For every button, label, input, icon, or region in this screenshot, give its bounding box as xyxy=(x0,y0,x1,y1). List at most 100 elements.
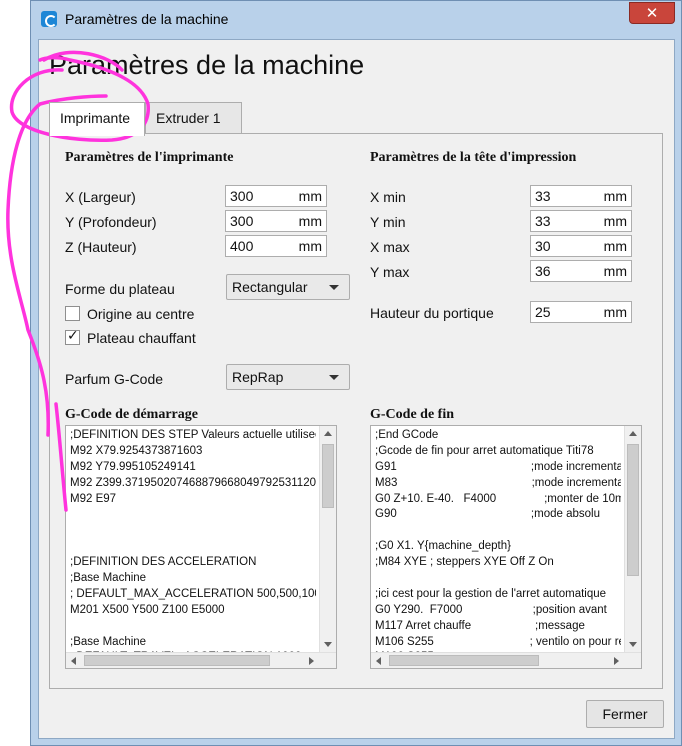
origin-center-label: Origine au centre xyxy=(87,306,195,322)
x-min-value: 33 xyxy=(535,188,551,204)
x-max-label: X max xyxy=(370,239,410,255)
code-line: ;End GCode xyxy=(375,429,439,441)
end-gcode-heading: G-Code de fin xyxy=(370,407,454,422)
code-line: ;DEFINITION DES ACCELERATION xyxy=(70,556,257,569)
code-line: G0 Y290. F7000 ;position avant xyxy=(375,603,607,616)
bed-shape-select[interactable]: Rectangular xyxy=(226,274,350,300)
start-gcode-editor[interactable]: ;DEFINITION DES STEP Valeurs actuelle ut… xyxy=(65,425,337,669)
y-min-label: Y min xyxy=(370,214,406,230)
dialog-client-area: Paramètres de la machine Imprimante Extr… xyxy=(38,39,675,739)
origin-center-checkbox[interactable] xyxy=(65,306,80,321)
gcode-flavor-value: RepRap xyxy=(232,369,284,385)
y-max-unit: mm xyxy=(603,263,627,279)
scroll-left-icon[interactable] xyxy=(371,653,387,668)
code-line: M92 Y79.995105249141 xyxy=(70,460,196,473)
y-depth-value: 300 xyxy=(230,213,254,229)
code-line: ;G0 X1. Y{machine_depth} xyxy=(375,540,511,553)
code-line: M201 X500 Y500 Z100 E5000 xyxy=(70,603,225,616)
close-dialog-button[interactable]: Fermer xyxy=(586,700,664,728)
gantry-height-value: 25 xyxy=(535,304,551,320)
code-line: ;M84 XYE ; steppers XYE Off Z On xyxy=(375,556,554,569)
code-line: G90 ;mode absolu xyxy=(375,508,600,521)
code-line: M83 ;mode incremental xyxy=(375,476,621,489)
chevron-down-icon xyxy=(329,375,339,380)
end-gcode-editor[interactable]: ;End GCode ;Gcode de fin pour arret autom… xyxy=(370,425,642,669)
bed-shape-label: Forme du plateau xyxy=(65,281,175,297)
code-line: ;ici cest pour la gestion de l'arret aut… xyxy=(375,587,607,600)
gantry-height-input[interactable]: 25 mm xyxy=(530,301,632,323)
bed-shape-value: Rectangular xyxy=(232,279,308,295)
code-line: M106 S255 ; ventilo on pour refroidir xyxy=(375,635,621,648)
start-gcode-text: ;DEFINITION DES STEP Valeurs actuelle ut… xyxy=(70,428,316,652)
scroll-thumb[interactable] xyxy=(627,444,639,576)
gantry-height-label: Hauteur du portique xyxy=(370,305,494,321)
x-min-unit: mm xyxy=(603,188,627,204)
printer-settings-heading: Paramètres de l'imprimante xyxy=(65,150,234,165)
x-max-unit: mm xyxy=(603,238,627,254)
window-title: Paramètres de la machine xyxy=(65,11,229,27)
start-gcode-vertical-scrollbar[interactable] xyxy=(319,426,336,652)
y-max-input[interactable]: 36 mm xyxy=(530,260,632,282)
scroll-right-icon[interactable] xyxy=(303,653,319,668)
tab-extruder-1[interactable]: Extruder 1 xyxy=(145,102,242,134)
heated-bed-label: Plateau chauffant xyxy=(87,330,196,346)
printhead-settings-heading: Paramètres de la tête d'impression xyxy=(370,150,577,165)
cura-app-icon xyxy=(41,11,57,27)
z-height-label: Z (Hauteur) xyxy=(65,239,137,255)
scroll-up-icon[interactable] xyxy=(625,426,641,442)
scroll-down-icon[interactable] xyxy=(625,636,641,652)
code-line: M92 E97 xyxy=(70,492,117,505)
start-gcode-horizontal-scrollbar[interactable] xyxy=(66,652,336,668)
x-min-input[interactable]: 33 mm xyxy=(530,185,632,207)
z-height-unit: mm xyxy=(298,238,322,254)
z-height-input[interactable]: 400 mm xyxy=(225,235,327,257)
chevron-down-icon xyxy=(329,285,339,290)
end-gcode-horizontal-scrollbar[interactable] xyxy=(371,652,641,668)
y-min-input[interactable]: 33 mm xyxy=(530,210,632,232)
code-line: ;Base Machine xyxy=(70,635,147,648)
scroll-down-icon[interactable] xyxy=(320,636,336,652)
scroll-right-icon[interactable] xyxy=(608,653,624,668)
tab-imprimante[interactable]: Imprimante xyxy=(49,102,145,136)
y-max-value: 36 xyxy=(535,263,551,279)
heated-bed-checkbox[interactable]: ✓ xyxy=(65,328,80,345)
x-width-value: 300 xyxy=(230,188,254,204)
y-depth-label: Y (Profondeur) xyxy=(65,214,157,230)
gantry-height-unit: mm xyxy=(603,304,627,320)
printer-tab-panel: Paramètres de l'imprimante X (Largeur) 3… xyxy=(49,133,663,689)
scroll-thumb[interactable] xyxy=(84,655,270,666)
machine-settings-window: Paramètres de la machine ✕ Paramètres de… xyxy=(30,0,682,746)
end-gcode-vertical-scrollbar[interactable] xyxy=(624,426,641,652)
dialog-title: Paramètres de la machine xyxy=(49,50,365,80)
code-line: G0 Z+10. E-40. F4000 ;monter de 10mm xyxy=(375,492,621,505)
code-line: M117 Arret chauffe ;message xyxy=(375,619,585,632)
code-line: M92 X79.9254373871603 xyxy=(70,444,203,457)
x-max-value: 30 xyxy=(535,238,551,254)
y-min-value: 33 xyxy=(535,213,551,229)
title-bar: Paramètres de la machine ✕ xyxy=(31,1,681,39)
code-line: ;DEFINITION DES STEP Valeurs actuelle ut… xyxy=(70,429,316,441)
code-line: ;Base Machine xyxy=(70,572,147,585)
scroll-thumb[interactable] xyxy=(389,655,539,666)
scroll-thumb[interactable] xyxy=(322,444,334,508)
y-depth-unit: mm xyxy=(298,213,322,229)
scroll-left-icon[interactable] xyxy=(66,653,82,668)
checkmark-icon: ✓ xyxy=(67,328,79,344)
x-max-input[interactable]: 30 mm xyxy=(530,235,632,257)
window-close-button[interactable]: ✕ xyxy=(629,2,675,24)
x-width-label: X (Largeur) xyxy=(65,189,136,205)
x-width-input[interactable]: 300 mm xyxy=(225,185,327,207)
scroll-up-icon[interactable] xyxy=(320,426,336,442)
y-min-unit: mm xyxy=(603,213,627,229)
end-gcode-text: ;End GCode ;Gcode de fin pour arret autom… xyxy=(375,428,621,652)
code-line: ; DEFAULT_MAX_ACCELERATION 500,500,100,5… xyxy=(70,587,316,600)
y-depth-input[interactable]: 300 mm xyxy=(225,210,327,232)
gcode-flavor-select[interactable]: RepRap xyxy=(226,364,350,390)
y-max-label: Y max xyxy=(370,264,410,280)
